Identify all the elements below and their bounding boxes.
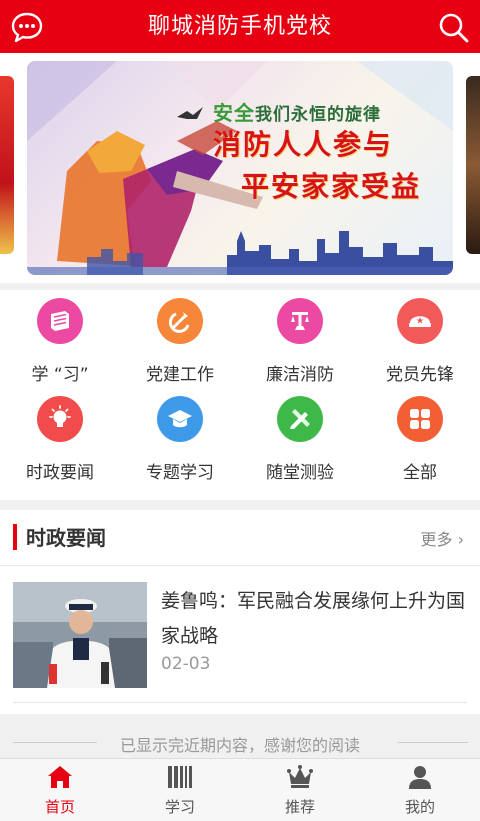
grid-item-label: 随堂测验 <box>266 463 334 483</box>
banner-next-slide[interactable] <box>466 76 480 254</box>
news-section-header: 时政要闻 更多 › <box>0 510 480 566</box>
end-of-feed-text: 已显示完近期内容，感谢您的阅读 <box>119 736 360 755</box>
chevron-right-icon: › <box>457 530 464 549</box>
divider <box>398 742 468 743</box>
nav-tab-mine[interactable]: 我的 <box>360 759 480 821</box>
news-thumbnail <box>13 582 147 688</box>
banner-slide[interactable]: 安全我们永恒的旋律 消防人人参与 平安家家受益 <box>27 61 453 275</box>
nav-tab-label: 推荐 <box>284 798 315 816</box>
pencil-ruler-icon <box>277 396 323 442</box>
app-header: 聊城消防手机党校 <box>0 0 480 53</box>
banner-slogan-sub: 平安家家受益 <box>241 170 422 203</box>
grid-item-label: 时政要闻 <box>26 463 94 483</box>
books-icon <box>168 766 192 788</box>
grid-item-pioneer[interactable]: 党员先锋 <box>360 290 480 390</box>
banner-slogan-main: 消防人人参与 <box>213 128 394 161</box>
grid-item-label: 党员先锋 <box>386 365 454 385</box>
nav-tab-study[interactable]: 学习 <box>120 759 240 821</box>
grid-item-label: 廉洁消防 <box>266 365 334 385</box>
end-of-feed-note: 已显示完近期内容，感谢您的阅读 <box>0 720 480 760</box>
grid-item-party-building[interactable]: 党建工作 <box>120 290 240 390</box>
nav-tab-label: 学习 <box>164 798 195 816</box>
home-icon <box>48 766 72 788</box>
banner-carousel[interactable]: 安全我们永恒的旋律 消防人人参与 平安家家受益 <box>0 53 480 283</box>
grid-item-topic-study[interactable]: 专题学习 <box>120 388 240 488</box>
grid-item-study[interactable]: 学 “习” <box>0 290 120 390</box>
banner-prev-slide[interactable] <box>0 76 14 254</box>
grid-item-integrity[interactable]: 廉洁消防 <box>240 290 360 390</box>
grid-item-quiz[interactable]: 随堂测验 <box>240 388 360 488</box>
grid-item-label: 党建工作 <box>146 365 214 385</box>
news-section: 时政要闻 更多 › 姜鲁鸣：军民融合发展缘何上升为国家战略 02-03 <box>0 510 480 714</box>
nav-tab-recommend[interactable]: 推荐 <box>240 759 360 821</box>
news-date: 02-03 <box>161 654 211 674</box>
app-title: 聊城消防手机党校 <box>147 14 332 39</box>
banner-slogan-top: 安全我们永恒的旋律 <box>213 101 381 125</box>
section-accent-bar <box>13 524 17 550</box>
grid-item-label: 学 “习” <box>31 365 89 385</box>
grid-icon <box>397 396 443 442</box>
grid-item-label: 专题学习 <box>146 463 214 483</box>
book-icon <box>37 298 83 344</box>
more-link[interactable]: 更多 › <box>420 526 464 550</box>
divider <box>13 702 467 703</box>
nav-tab-label: 我的 <box>404 798 435 816</box>
user-icon <box>409 766 431 789</box>
news-list-item[interactable]: 姜鲁鸣：军民融合发展缘何上升为国家战略 02-03 <box>13 582 467 697</box>
bottom-nav-bar: 首页 学习 推荐 我的 <box>0 758 480 821</box>
nav-tab-label: 首页 <box>44 798 75 816</box>
scales-icon <box>277 298 323 344</box>
party-emblem-icon <box>157 298 203 344</box>
search-icon[interactable] <box>436 10 470 44</box>
news-section-title: 时政要闻 <box>26 526 106 550</box>
crown-icon <box>287 765 313 788</box>
function-grid: 学 “习” 党建工作 廉洁消防 党员先锋 时政要闻 专题学习 随堂测验 全部 <box>0 290 480 500</box>
grid-item-all[interactable]: 全部 <box>360 388 480 488</box>
grid-item-current-news[interactable]: 时政要闻 <box>0 388 120 488</box>
cap-icon <box>397 298 443 344</box>
nav-tab-home[interactable]: 首页 <box>0 759 120 821</box>
graduation-cap-icon <box>157 396 203 442</box>
grid-item-label: 全部 <box>403 463 437 483</box>
lightbulb-icon <box>37 396 83 442</box>
news-headline: 姜鲁鸣：军民融合发展缘何上升为国家战略 <box>161 590 466 647</box>
